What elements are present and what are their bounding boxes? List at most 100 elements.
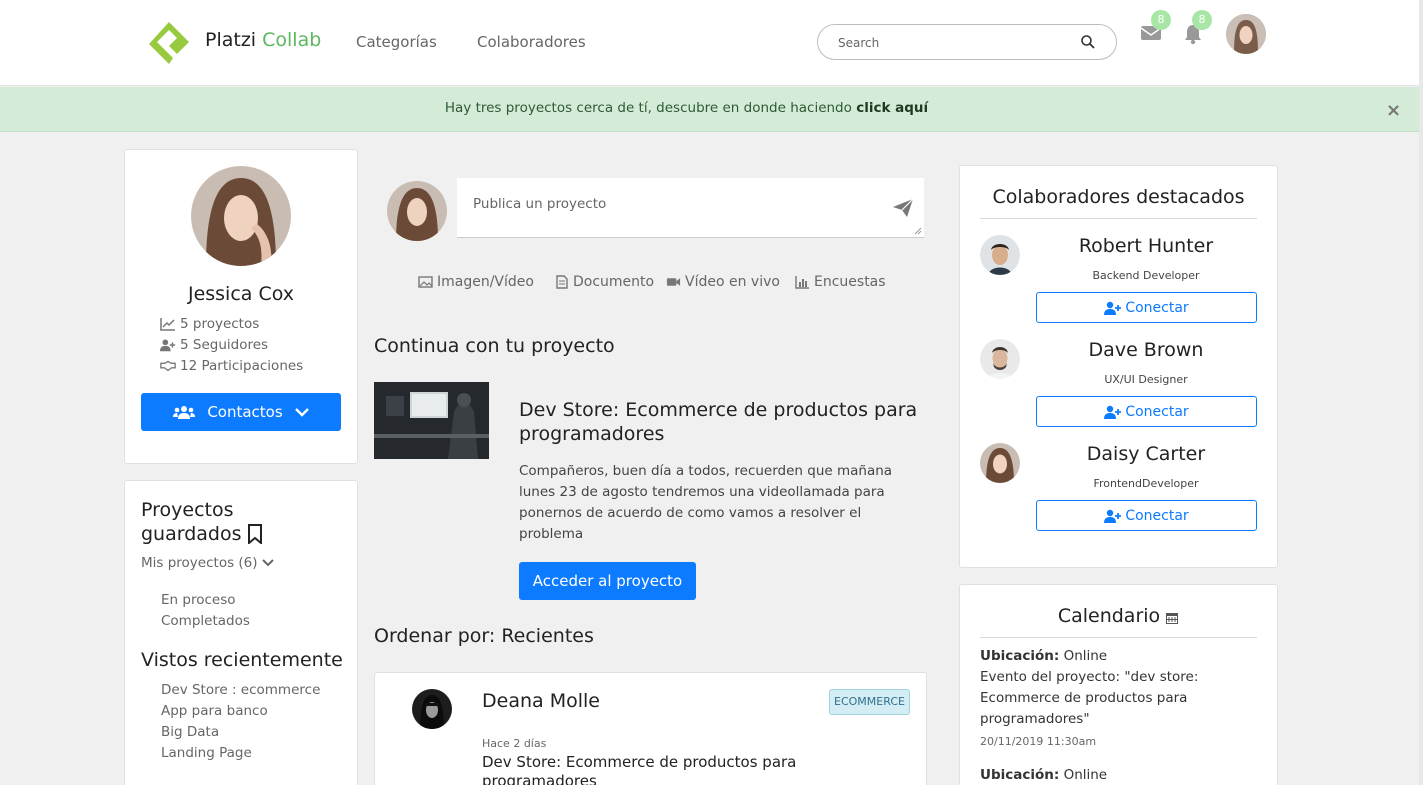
divider [980,637,1257,638]
divider [980,218,1257,219]
post-title-line1: Dev Store: Ecommerce de productos para [482,753,797,771]
media-option-image-video[interactable]: Imagen/Vídeo [418,274,534,290]
profile-name: Jessica Cox [187,283,295,305]
recent-item[interactable]: Big Data [161,724,219,740]
chevron-down-icon [294,408,309,417]
calendar-icon [1166,612,1179,624]
post-author-name[interactable]: Deana Molle [482,690,600,712]
description-line: lunes 23 de agosto tendremos una videoll… [519,484,885,500]
contacts-button-label: Contactos [207,403,283,421]
collaborator-avatar-image [980,235,1020,275]
continue-project-name[interactable]: Dev Store: Ecommerce de productos para p… [519,398,917,446]
stat-participations: 12 Participaciones [160,358,303,374]
calendar-title-text: Calendario [1057,605,1161,627]
collaborator-avatar[interactable] [980,443,1020,483]
event-location-label: Ubicación: [980,648,1060,664]
connect-button[interactable]: Conectar [1036,396,1257,427]
continue-project-name-line2: programadores [519,423,665,445]
bar-chart-icon [795,276,809,289]
sort-label[interactable]: Ordenar por: Recientes [374,625,594,647]
collaborator-name[interactable]: Daisy Carter [1036,443,1256,465]
media-option-live-video[interactable]: Vídeo en vivo [666,274,780,290]
media-option-polls[interactable]: Encuestas [795,274,886,290]
saved-projects-title: Proyectos guardados [141,498,263,546]
featured-collaborators-title: Colaboradores destacados [992,186,1245,208]
collaborator-name[interactable]: Dave Brown [1036,339,1256,361]
paper-plane-icon[interactable] [892,198,914,218]
collaborator-role: Backend Developer [1092,269,1200,282]
collaborator-role: UX/UI Designer [1104,373,1188,386]
platzi-logo-icon[interactable] [147,20,191,66]
collaborator-name[interactable]: Robert Hunter [1036,235,1256,257]
nav-link-collaborators[interactable]: Colaboradores [477,33,586,51]
alerts-badge: 8 [1192,10,1212,30]
description-line: Compañeros, buen día a todos, recuerden … [519,463,893,479]
media-option-label: Documento [573,274,655,290]
brand-name[interactable]: Platzi Collab [205,29,321,51]
connect-button-label: Conectar [1125,299,1189,316]
calendar-event[interactable]: Ubicación: Online [980,765,1240,785]
saved-item-in-progress[interactable]: En proceso [161,592,235,608]
user-plus-icon [1104,301,1122,315]
event-description-line: Evento del proyecto: "dev store: [980,669,1199,685]
event-location-label: Ubicación: [980,767,1060,783]
stat-projects: 5 proyectos [160,316,259,332]
connect-button-label: Conectar [1125,507,1189,524]
post-title-line2: programadores [482,772,597,785]
connect-button[interactable]: Conectar [1036,500,1257,531]
saved-title-line2: guardados [141,523,242,545]
alert-message: Hay tres proyectos cerca de tí, descubre… [0,100,1373,116]
close-icon[interactable]: × [1386,100,1401,121]
event-location: Ubicación: Online [980,646,1240,667]
saved-title-line1: Proyectos [141,499,234,521]
collaborator-avatar-image [980,339,1020,379]
collaborator-avatar[interactable] [980,235,1020,275]
recent-item[interactable]: Dev Store : ecommerce [161,682,320,698]
user-avatar-image [1226,14,1266,54]
nearby-projects-alert: Hay tres proyectos cerca de tí, descubre… [0,87,1419,132]
brand-name-text: Platzi [205,29,257,51]
event-location: Ubicación: Online [980,765,1240,785]
video-camera-icon [666,278,681,286]
chart-line-icon [160,318,175,331]
my-projects-label: Mis proyectos (6) [141,555,258,571]
project-thumbnail[interactable] [374,382,489,459]
profile-card: Jessica Cox 5 proyectos 5 Seguidores 12 … [124,149,358,464]
description-line: ponernos de acuerdo de como vamos a reso… [519,505,862,521]
media-option-document[interactable]: Documento [554,274,654,290]
profile-avatar[interactable] [191,166,291,266]
stat-followers-text: 5 Seguidores [180,337,269,353]
recently-viewed-title: Vistos recientemente [141,649,343,671]
connect-button[interactable]: Conectar [1036,292,1257,323]
continue-project-title: Continua con tu proyecto [374,335,615,357]
access-project-button[interactable]: Acceder al proyecto [519,562,696,600]
stat-followers: 5 Seguidores [160,337,268,353]
resize-handle-icon[interactable] [914,227,922,235]
my-projects-dropdown[interactable]: Mis proyectos (6) [141,555,274,571]
post-author-avatar[interactable] [412,689,452,729]
search-input[interactable] [838,33,1068,53]
users-icon [173,406,196,419]
user-plus-icon [160,339,176,352]
post-title[interactable]: Dev Store: Ecommerce de productos para p… [482,753,796,785]
alert-link[interactable]: click aquí [856,100,928,116]
search-icon[interactable] [1080,34,1096,50]
saved-item-completed[interactable]: Completados [161,613,250,629]
user-avatar[interactable] [1226,14,1266,54]
media-option-label: Encuestas [814,274,886,290]
publisher-avatar [387,181,447,241]
contacts-button[interactable]: Contactos [141,393,341,431]
collaborator-avatar[interactable] [980,339,1020,379]
recent-item[interactable]: Landing Page [161,745,252,761]
publish-placeholder: Publica un proyecto [473,196,607,212]
recent-item[interactable]: App para banco [161,703,268,719]
bookmark-icon [247,524,262,544]
scrollbar[interactable] [1419,0,1423,785]
publish-project-input[interactable]: Publica un proyecto [457,178,924,238]
chevron-down-icon [261,559,274,567]
stat-participations-text: 12 Participaciones [180,358,304,374]
document-icon [556,275,568,289]
calendar-event[interactable]: Ubicación: Online Evento del proyecto: "… [980,646,1240,730]
continue-project-name-line1: Dev Store: Ecommerce de productos para [519,399,918,421]
nav-link-categories[interactable]: Categorías [356,33,437,51]
